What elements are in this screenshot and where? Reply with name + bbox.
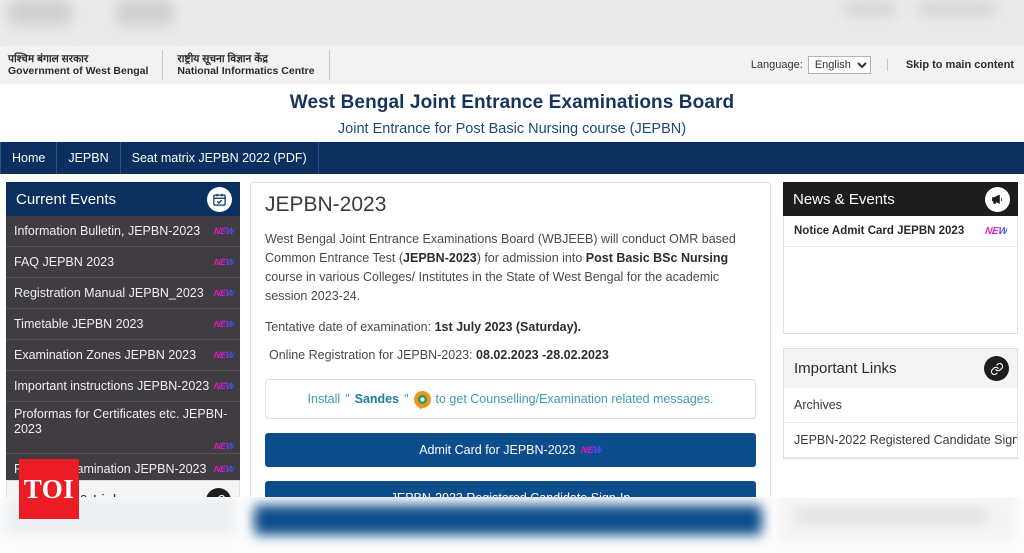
toi-watermark-text: TOI — [23, 473, 75, 504]
registration-label: Online Registration for JEPBN-2023: — [269, 348, 477, 362]
toi-watermark: TOI — [19, 459, 79, 519]
site-title: West Bengal Joint Entrance Examinations … — [289, 92, 735, 113]
right-sidebar: News & Events Notice Admit Card JEPBN 20… — [783, 182, 1018, 459]
header-utilities: Language: English Skip to main content — [751, 56, 1024, 74]
main-content-card: JEPBN-2023 West Bengal Joint Entrance Ex… — [250, 182, 771, 528]
intro-bold-course: Post Basic BSc Nursing — [585, 251, 729, 265]
current-events-header: Current Events — [6, 182, 240, 216]
current-events-panel: Current Events Information Bulletin, JEP… — [6, 182, 240, 485]
sandes-prefix-text: Install — [307, 392, 341, 406]
emblem-west-bengal-native: पश्चिम बंगाल सरकार — [8, 52, 89, 65]
page-title: JEPBN-2023 — [265, 193, 387, 216]
news-events-panel: News & Events Notice Admit Card JEPBN 20… — [783, 182, 1018, 334]
sandes-quote-close: " — [404, 392, 409, 406]
exam-date-line: Tentative date of examination: 1st July … — [251, 306, 770, 334]
nav-item-home[interactable]: Home — [0, 142, 58, 174]
registration-value: 08.02.2023 -28.02.2023 — [476, 348, 609, 362]
calendar-check-icon — [207, 186, 232, 212]
sidebar-item-label: Examination Zones JEPBN 2023 — [14, 347, 197, 362]
blurred-blue-button — [254, 505, 762, 535]
site-title-block: West Bengal Joint Entrance Examinations … — [0, 84, 1024, 142]
news-events-empty-space — [784, 247, 1017, 333]
new-badge: NEW — [213, 257, 235, 267]
link-item-jepbn-2022-signin[interactable]: JEPBN-2022 Registered Candidate Sign-In — [784, 423, 1017, 458]
new-badge: NEW — [579, 444, 603, 456]
new-badge: NEW — [213, 319, 235, 329]
admit-card-button[interactable]: Admit Card for JEPBN-2023 NEW — [265, 433, 756, 467]
emblem-west-bengal: पश्चिम बंगाल सरकार Government of West Be… — [0, 50, 164, 80]
sidebar-item-label: Important instructions JEPBN-2023 — [14, 378, 210, 393]
sidebar-item-label: Information Bulletin, JEPBN-2023 — [14, 223, 201, 238]
news-events-body: Notice Admit Card JEPBN 2023 NEW — [783, 216, 1018, 334]
sandes-suffix-text: to get Counselling/Examination related m… — [435, 392, 714, 406]
emblem-nic-english: National Informatics Centre — [177, 64, 315, 77]
intro-text-part3: course in various Colleges/ Institutes i… — [265, 270, 720, 303]
sidebar-item-label: Registration Manual JEPBN_2023 — [14, 285, 204, 300]
new-badge: NEW — [213, 350, 235, 360]
news-events-header: News & Events — [783, 182, 1018, 216]
link-icon — [984, 356, 1009, 381]
sidebar-item-proformas[interactable]: Proformas for Certificates etc. JEPBN-20… — [6, 402, 240, 454]
blurred-bottom-strip — [0, 497, 1024, 553]
news-events-title: News & Events — [793, 190, 895, 208]
exam-date-value: 1st July 2023 (Saturday). — [434, 320, 582, 334]
blurred-language-chip — [844, 2, 896, 16]
new-badge: NEW — [213, 288, 235, 298]
important-links-title: Important Links — [794, 360, 897, 377]
sidebar-item-information-bulletin[interactable]: Information Bulletin, JEPBN-2023 NEW — [6, 216, 240, 247]
sidebar-item-faq[interactable]: FAQ JEPBN 2023 NEW — [6, 247, 240, 278]
important-links-panel: Important Links Archives JEPBN-2022 Regi… — [783, 348, 1018, 459]
sidebar-item-label: FAQ JEPBN 2023 — [14, 254, 115, 269]
new-badge: NEW — [213, 440, 235, 451]
sandes-quote-open: " — [345, 392, 350, 406]
blurred-right-text — [796, 511, 986, 521]
blurred-emblem-right — [116, 2, 174, 28]
blurred-skip-chip — [918, 2, 996, 16]
new-badge: NEW — [213, 464, 235, 474]
sidebar-item-timetable[interactable]: Timetable JEPBN 2023 NEW — [6, 309, 240, 340]
site-subtitle: Joint Entrance for Post Basic Nursing co… — [337, 121, 687, 137]
sidebar-item-important-instructions[interactable]: Important instructions JEPBN-2023 NEW — [6, 371, 240, 402]
panel-gap — [783, 334, 1018, 348]
emblem-nic: राष्ट्रीय सूचना विज्ञान केंद्र National … — [163, 50, 330, 80]
nav-item-seat-matrix[interactable]: Seat matrix JEPBN 2022 (PDF) — [121, 142, 319, 174]
news-item-label: Notice Admit Card JEPBN 2023 — [794, 225, 965, 237]
news-item-notice-admit-card[interactable]: Notice Admit Card JEPBN 2023 NEW — [784, 216, 1017, 247]
sandes-logo-icon — [413, 390, 431, 410]
blurred-top-strip — [0, 0, 1024, 46]
new-badge: NEW — [213, 226, 235, 236]
main-navigation: Home JEPBN Seat matrix JEPBN 2022 (PDF) — [0, 142, 1024, 174]
important-links-body: Archives JEPBN-2022 Registered Candidate… — [783, 388, 1018, 459]
sandes-app-name: Sandes — [354, 392, 400, 406]
emblem-west-bengal-english: Government of West Bengal — [8, 64, 149, 77]
sandes-install-banner[interactable]: Install " Sandes " to get Counselling/Exam… — [265, 379, 756, 419]
sidebar-item-examination-zones[interactable]: Examination Zones JEPBN 2023 NEW — [6, 340, 240, 371]
sidebar-item-label: Proformas for Certificates etc. JEPBN-20… — [14, 407, 228, 436]
skip-to-main-content-link[interactable]: Skip to main content — [886, 59, 1014, 71]
language-label: Language: — [750, 59, 803, 71]
government-header-bar: पश्चिम बंगाल सरकार Government of West Be… — [0, 46, 1024, 85]
emblem-nic-native: राष्ट्रीय सूचना विज्ञान केंद्र — [177, 52, 268, 65]
megaphone-icon — [985, 186, 1010, 212]
blurred-emblem-left — [8, 2, 72, 28]
exam-date-label: Tentative date of examination: — [265, 320, 435, 334]
intro-text-part2: ) for admission into — [476, 251, 586, 265]
new-badge: NEW — [983, 225, 1008, 237]
intro-bold-jepbn: JEPBN-2023 — [403, 251, 477, 265]
link-item-archives[interactable]: Archives — [784, 388, 1017, 423]
sidebar-item-label: Timetable JEPBN 2023 — [14, 316, 144, 331]
registration-line: Online Registration for JEPBN-2023: 08.0… — [251, 334, 770, 362]
current-events-title: Current Events — [16, 190, 117, 208]
new-badge: NEW — [213, 381, 235, 391]
nav-item-jepbn[interactable]: JEPBN — [57, 142, 121, 174]
language-select[interactable]: English — [807, 56, 871, 74]
intro-paragraph: West Bengal Joint Entrance Examinations … — [251, 217, 770, 306]
admit-card-button-label: Admit Card for JEPBN-2023 — [419, 443, 576, 457]
sidebar-item-registration-manual[interactable]: Registration Manual JEPBN_2023 NEW — [6, 278, 240, 309]
important-links-header: Important Links — [783, 348, 1018, 388]
